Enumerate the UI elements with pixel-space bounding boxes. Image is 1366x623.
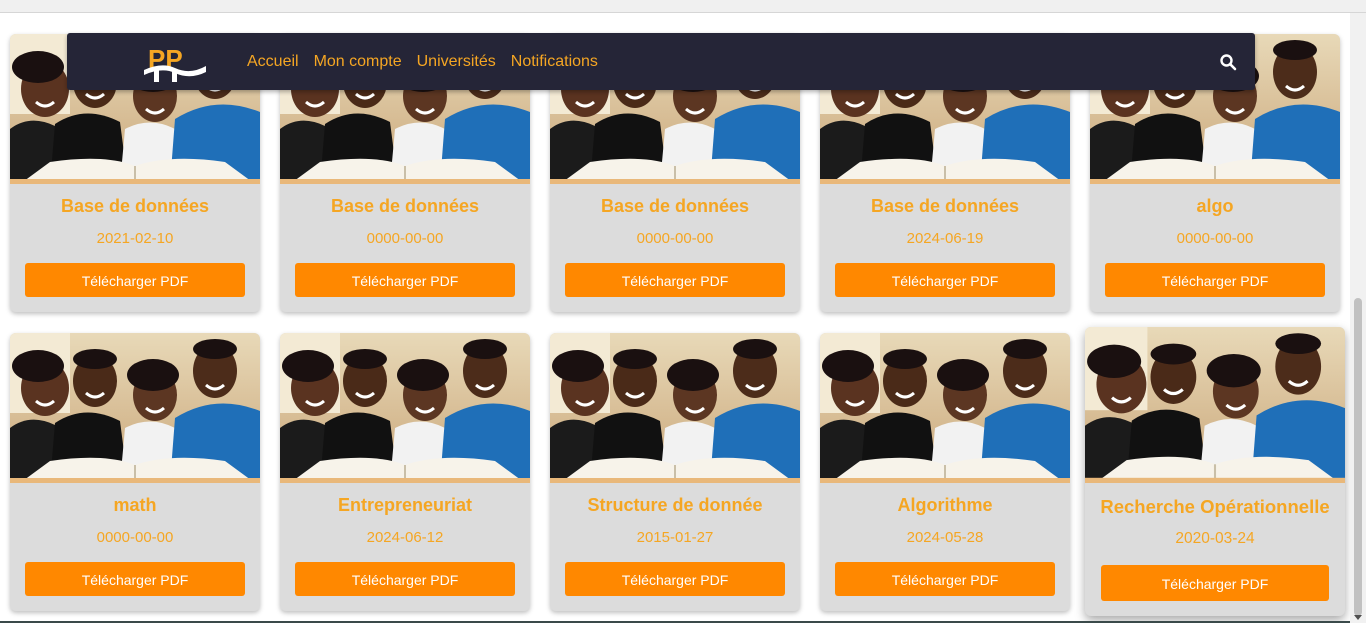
card-title: algo — [1196, 196, 1234, 216]
course-card: Algorithme 2024-05-28 Télécharger PDF — [820, 333, 1070, 611]
card-date: 0000-00-00 — [1176, 230, 1254, 247]
card-date: 2024-06-19 — [906, 230, 984, 247]
scrollbar-thumb[interactable] — [1354, 298, 1362, 616]
card-photo — [550, 333, 800, 483]
card-title: Entrepreneuriat — [337, 495, 473, 515]
card-title: Base de données — [60, 196, 210, 216]
site-logo[interactable]: PP — [142, 44, 208, 84]
card-date: 2024-06-12 — [366, 529, 444, 546]
card-title: Recherche Opérationnelle — [1100, 496, 1330, 517]
nav-link-mon-compte[interactable]: Mon compte — [314, 53, 402, 71]
nav-link-accueil[interactable]: Accueil — [247, 53, 299, 71]
download-pdf-button[interactable]: Télécharger PDF — [565, 562, 785, 596]
download-pdf-button[interactable]: Télécharger PDF — [1101, 565, 1329, 601]
card-date: 0000-00-00 — [636, 230, 714, 247]
download-pdf-button[interactable]: Télécharger PDF — [25, 562, 245, 596]
card-title: Base de données — [600, 196, 750, 216]
card-title: Algorithme — [897, 495, 993, 515]
download-pdf-button[interactable]: Télécharger PDF — [25, 263, 245, 297]
nav-link-universites[interactable]: Universités — [417, 53, 496, 71]
download-pdf-button[interactable]: Télécharger PDF — [835, 263, 1055, 297]
card-photo — [280, 333, 530, 483]
download-pdf-button[interactable]: Télécharger PDF — [565, 263, 785, 297]
download-pdf-button[interactable]: Télécharger PDF — [835, 562, 1055, 596]
download-pdf-button[interactable]: Télécharger PDF — [1105, 263, 1325, 297]
card-date: 0000-00-00 — [366, 230, 444, 247]
card-title: Base de données — [330, 196, 480, 216]
card-title: Base de données — [870, 196, 1020, 216]
download-pdf-button[interactable]: Télécharger PDF — [295, 263, 515, 297]
download-pdf-button[interactable]: Télécharger PDF — [295, 562, 515, 596]
search-icon[interactable] — [1219, 53, 1237, 71]
card-photo — [1085, 327, 1345, 483]
top-navbar: PP Accueil Mon compte Universités Notifi… — [67, 33, 1255, 90]
nav-links: Accueil Mon compte Universités Notificat… — [247, 33, 613, 90]
browser-top-strip — [0, 0, 1366, 13]
card-title: Structure de donnée — [587, 495, 763, 515]
card-date: 0000-00-00 — [96, 529, 174, 546]
card-date: 2015-01-27 — [636, 529, 714, 546]
card-date: 2024-05-28 — [906, 529, 984, 546]
vertical-scrollbar[interactable] — [1350, 13, 1366, 623]
card-photo — [10, 333, 260, 483]
card-date: 2020-03-24 — [1175, 530, 1255, 547]
scroll-down-arrow-icon[interactable] — [1354, 615, 1362, 620]
course-card: math 0000-00-00 Télécharger PDF — [10, 333, 260, 611]
card-title: math — [113, 495, 157, 515]
course-card-hovered: Recherche Opérationnelle 2020-03-24 Télé… — [1085, 327, 1345, 616]
card-date: 2021-02-10 — [96, 230, 174, 247]
course-card: Structure de donnée 2015-01-27 Télécharg… — [550, 333, 800, 611]
card-photo — [820, 333, 1070, 483]
course-card: Entrepreneuriat 2024-06-12 Télécharger P… — [280, 333, 530, 611]
nav-link-notifications[interactable]: Notifications — [511, 53, 598, 71]
